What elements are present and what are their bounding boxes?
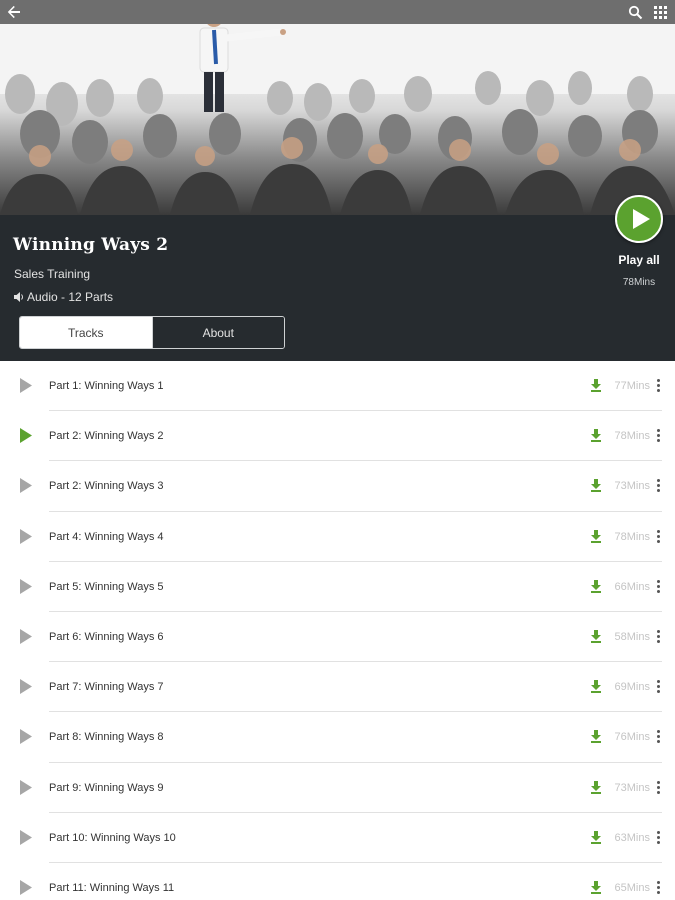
download-icon[interactable] (590, 579, 602, 593)
track-row[interactable]: Part 9: Winning Ways 9 73Mins (0, 763, 675, 813)
track-duration: 78Mins (614, 430, 650, 443)
play-icon[interactable] (19, 528, 33, 544)
download-icon[interactable] (590, 429, 602, 443)
track-row[interactable]: Part 1: Winning Ways 1 77Mins (0, 361, 675, 412)
track-title: Part 2: Winning Ways 3 (49, 480, 164, 493)
arrow-left-icon[interactable] (6, 4, 22, 20)
download-icon[interactable] (590, 529, 602, 543)
track-duration: 63Mins (614, 831, 650, 844)
track-title: Part 10: Winning Ways 10 (49, 831, 176, 844)
download-icon[interactable] (590, 479, 602, 493)
track-title: Part 6: Winning Ways 6 (49, 630, 164, 643)
download-icon[interactable] (590, 830, 602, 844)
track-duration: 66Mins (614, 580, 650, 593)
program-category: Sales Training (14, 267, 91, 281)
download-icon[interactable] (590, 680, 602, 694)
track-row[interactable]: Part 4: Winning Ways 4 78Mins (0, 512, 675, 562)
play-icon[interactable] (19, 628, 33, 644)
track-list: Part 1: Winning Ways 1 77Mins Part 2: Winn… (0, 361, 675, 900)
track-row[interactable]: Part 10: Winning Ways 10 63Mins (0, 813, 675, 863)
track-title: Part 7: Winning Ways 7 (49, 681, 164, 694)
track-title: Part 1: Winning Ways 1 (49, 380, 164, 392)
play-all-button[interactable] (615, 195, 663, 243)
more-vert-icon[interactable] (654, 529, 662, 544)
track-duration: 78Mins (614, 530, 650, 543)
track-title: Part 5: Winning Ways 5 (49, 580, 164, 593)
top-app-bar (0, 0, 675, 24)
track-title: Part 8: Winning Ways 8 (49, 731, 164, 744)
play-icon[interactable] (19, 679, 33, 695)
program-info-panel: Winning Ways 2 Sales Training Audio - 12… (0, 195, 675, 361)
play-all-label[interactable]: Play all (603, 253, 675, 267)
play-icon[interactable] (19, 378, 33, 393)
track-duration: 69Mins (614, 681, 650, 694)
track-row[interactable]: Part 11: Winning Ways 11 65Mins (0, 863, 675, 900)
track-row[interactable]: Part 2: Winning Ways 3 73Mins (0, 461, 675, 512)
play-icon[interactable] (19, 779, 33, 795)
more-vert-icon[interactable] (654, 680, 662, 694)
track-title: Part 4: Winning Ways 4 (49, 530, 164, 543)
speaker-icon (14, 292, 23, 302)
download-icon[interactable] (590, 629, 602, 643)
more-vert-icon[interactable] (654, 479, 662, 493)
track-title: Part 2: Winning Ways 2 (49, 430, 164, 443)
track-duration: 76Mins (614, 731, 650, 744)
download-icon[interactable] (590, 880, 602, 894)
track-title: Part 9: Winning Ways 9 (49, 781, 164, 794)
segmented-tabs: Tracks About (19, 316, 285, 349)
download-icon[interactable] (590, 379, 602, 392)
track-duration: 77Mins (614, 380, 650, 392)
track-duration: 65Mins (614, 881, 650, 894)
track-duration: 58Mins (614, 630, 650, 643)
grid-icon[interactable] (654, 6, 668, 20)
more-vert-icon[interactable] (654, 880, 662, 895)
more-vert-icon[interactable] (654, 629, 662, 644)
download-icon[interactable] (590, 780, 602, 794)
tab-about[interactable]: About (151, 317, 284, 348)
track-duration: 73Mins (614, 781, 650, 794)
track-title: Part 11: Winning Ways 11 (49, 881, 175, 894)
play-icon[interactable] (19, 729, 33, 745)
play-all-duration: 78Mins (622, 277, 656, 288)
more-vert-icon[interactable] (654, 379, 662, 393)
more-vert-icon[interactable] (654, 780, 662, 795)
play-icon[interactable] (19, 428, 33, 444)
program-meta: Audio - 12 Parts (14, 290, 113, 304)
program-cover-image (0, 24, 675, 215)
more-vert-icon[interactable] (654, 830, 662, 845)
play-icon[interactable] (19, 879, 33, 895)
download-icon[interactable] (590, 730, 602, 744)
program-title: Winning Ways 2 (13, 235, 169, 255)
more-vert-icon[interactable] (654, 730, 662, 744)
program-meta-text: Audio - 12 Parts (27, 290, 114, 304)
track-row[interactable]: Part 2: Winning Ways 2 78Mins (0, 411, 675, 462)
track-duration: 73Mins (614, 480, 650, 493)
play-icon[interactable] (19, 478, 33, 494)
track-row[interactable]: Part 5: Winning Ways 5 66Mins (0, 562, 675, 612)
more-vert-icon[interactable] (654, 429, 662, 443)
play-icon[interactable] (19, 829, 33, 845)
tab-tracks[interactable]: Tracks (20, 317, 152, 348)
play-icon[interactable] (19, 578, 33, 594)
more-vert-icon[interactable] (654, 579, 662, 594)
search-icon[interactable] (628, 5, 643, 20)
track-row[interactable]: Part 8: Winning Ways 8 76Mins (0, 712, 675, 763)
track-row[interactable]: Part 7: Winning Ways 7 69Mins (0, 662, 675, 713)
play-icon (633, 209, 650, 229)
track-row[interactable]: Part 6: Winning Ways 6 58Mins (0, 612, 675, 663)
